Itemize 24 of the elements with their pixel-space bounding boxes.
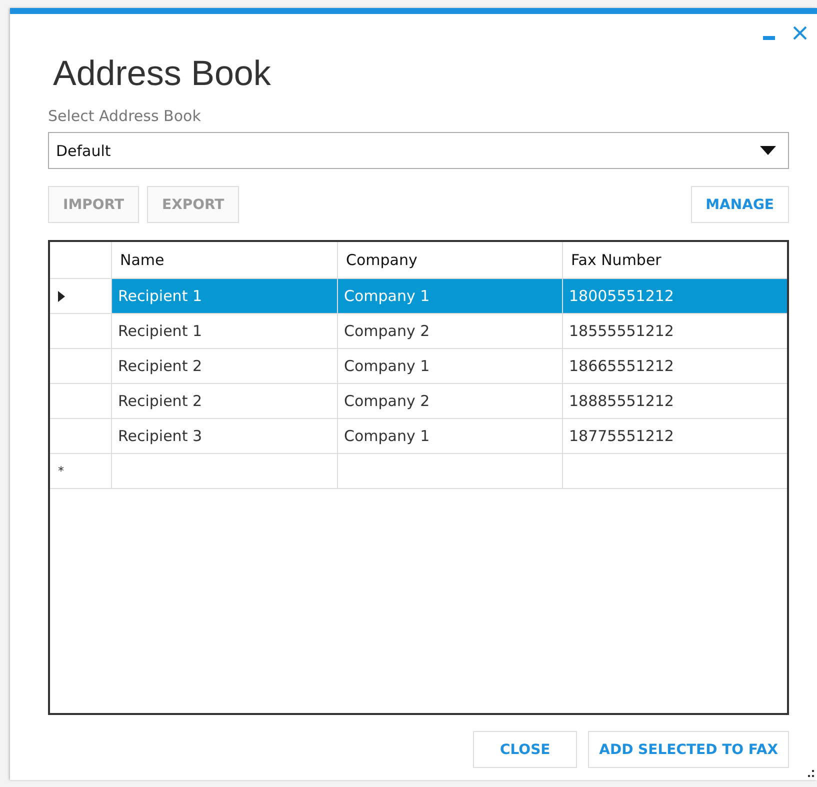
- column-header[interactable]: Company: [338, 242, 563, 278]
- table-cell[interactable]: 18665551212: [563, 349, 787, 383]
- table-cell[interactable]: 18775551212: [563, 419, 787, 453]
- current-row-icon: [58, 290, 65, 302]
- column-header[interactable]: Name: [112, 242, 338, 278]
- table-cell[interactable]: 18555551212: [563, 314, 787, 348]
- window-title: Address Book: [53, 53, 272, 95]
- table-cell[interactable]: Company 1: [338, 349, 563, 383]
- table-cell[interactable]: Recipient 1: [112, 314, 338, 348]
- table-cell[interactable]: 18885551212: [563, 384, 787, 418]
- dropdown-caret-icon: [760, 146, 776, 155]
- minimize-icon[interactable]: [763, 36, 775, 40]
- table-cell[interactable]: Company 1: [338, 419, 563, 453]
- table-cell[interactable]: Recipient 2: [112, 384, 338, 418]
- table-cell[interactable]: Company 2: [338, 314, 563, 348]
- field-label: Select Address Book: [48, 106, 202, 126]
- column-header[interactable]: Fax Number: [563, 242, 787, 278]
- table-cell[interactable]: Recipient 3: [112, 419, 338, 453]
- address-book-dropdown[interactable]: Default: [48, 132, 789, 169]
- close-icon[interactable]: [793, 26, 807, 40]
- table-cell[interactable]: Company 2: [338, 384, 563, 418]
- table-cell[interactable]: Recipient 2: [112, 349, 338, 383]
- resize-grip-icon[interactable]: [807, 770, 815, 778]
- new-row-marker: *: [58, 464, 64, 478]
